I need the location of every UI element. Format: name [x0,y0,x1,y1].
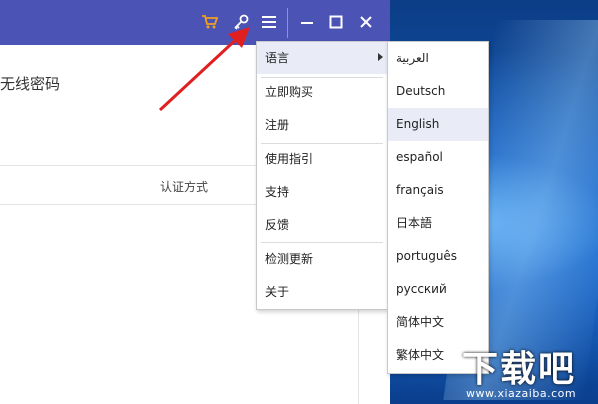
watermark-logo: 下载吧 [462,349,577,390]
language-option[interactable]: 简体中文 [388,306,488,339]
language-option[interactable]: español [388,141,488,174]
close-icon[interactable] [354,10,378,34]
menu-icon[interactable] [257,10,281,34]
language-option[interactable]: русский [388,273,488,306]
titlebar-separator [287,8,288,38]
watermark: 下载吧 www.xiazaiba.com [462,340,598,404]
watermark-url: www.xiazaiba.com [466,387,577,400]
annotation-arrow [158,27,250,112]
menu-item-check-updates[interactable]: 检测更新 [257,243,387,275]
menu-item-about[interactable]: 关于 [257,276,387,308]
language-option[interactable]: français [388,174,488,207]
language-option[interactable]: 日本語 [388,207,488,240]
menu-item-buy-now[interactable]: 立即购买 [257,76,387,108]
menu-item-language[interactable]: 语言 [257,42,387,74]
menu-item-label: 语言 [265,51,290,65]
menu-item-register[interactable]: 注册 [257,109,387,141]
maximize-icon[interactable] [324,10,348,34]
language-option[interactable]: Deutsch [388,75,488,108]
language-submenu: العربية Deutsch English español français… [387,41,489,374]
main-menu: 语言 立即购买 注册 使用指引 支持 反馈 检测更新 关于 [256,41,388,310]
minimize-icon[interactable] [295,10,319,34]
language-option[interactable]: português [388,240,488,273]
menu-item-support[interactable]: 支持 [257,176,387,208]
column-header-auth: 认证方式 [160,180,209,194]
chevron-right-icon [378,53,383,61]
menu-item-user-guide[interactable]: 使用指引 [257,143,387,175]
menu-item-feedback[interactable]: 反馈 [257,209,387,241]
language-option[interactable]: العربية [388,42,488,75]
language-option-selected[interactable]: English [388,108,488,141]
wifi-password-title: 无线密码 [0,75,61,93]
